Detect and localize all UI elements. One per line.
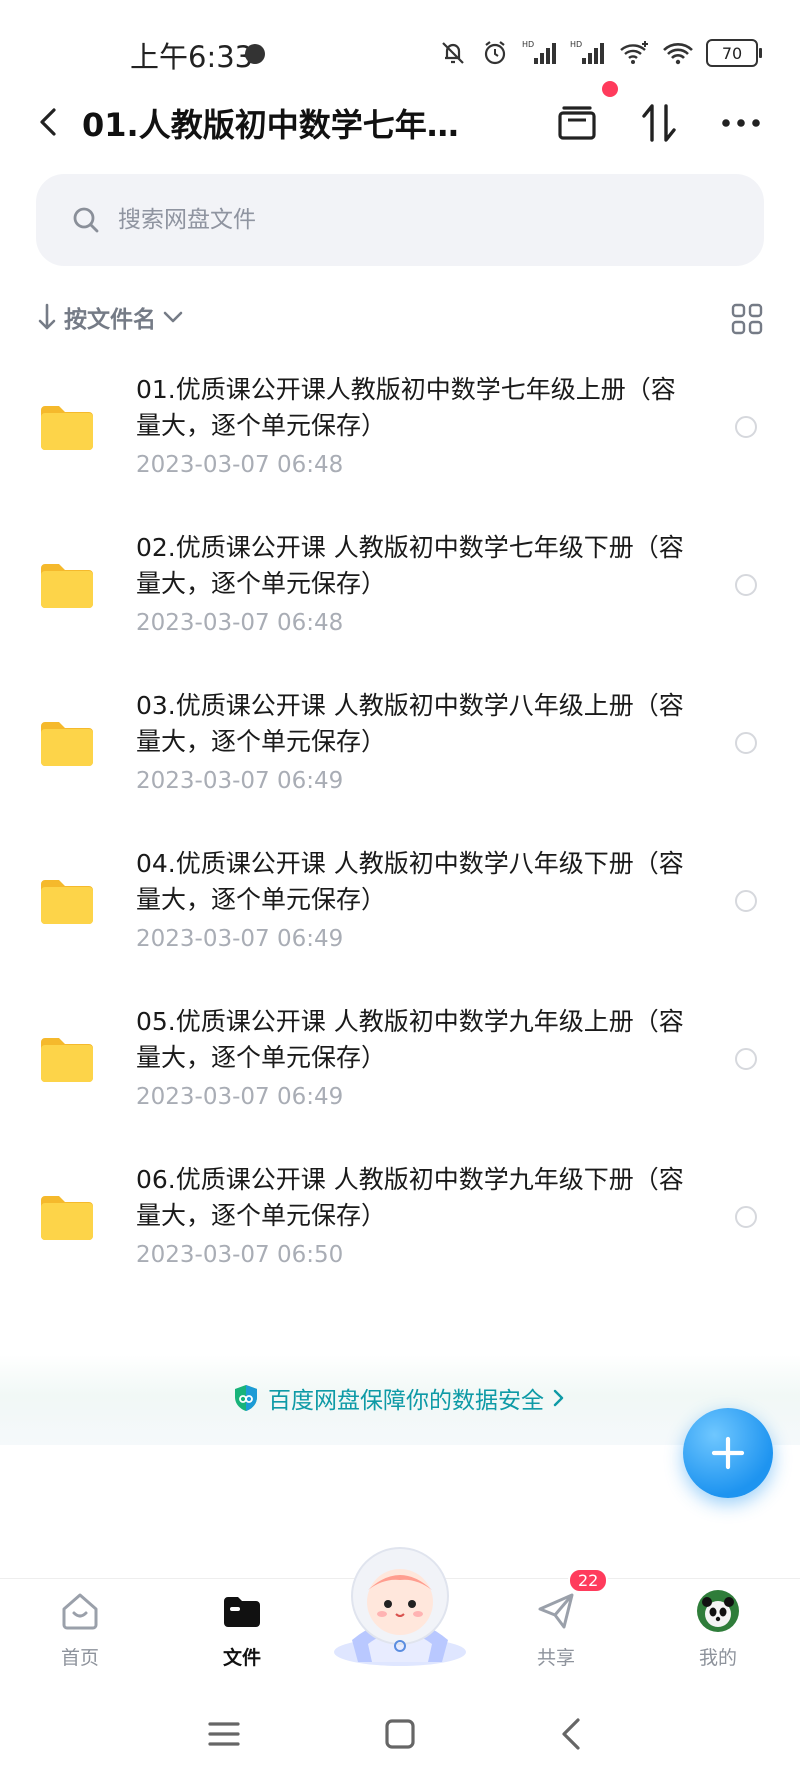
file-date: 2023-03-07 06:49	[136, 768, 344, 794]
notification-dot-icon	[245, 44, 265, 64]
notification-badge-dot	[602, 81, 618, 97]
page-title: 01.人教版初中数学七年级...	[82, 106, 472, 144]
nav-files-label: 文件	[222, 1647, 261, 1669]
sort-row: 按文件名	[36, 300, 764, 340]
chevron-left-icon	[40, 108, 56, 136]
file-row[interactable]: 06.优质课公开课 人教版初中数学九年级下册（容量大，逐个单元保存） 2023-…	[0, 1138, 800, 1296]
folder-filled-icon	[224, 1597, 260, 1627]
status-time: 上午6:33	[130, 40, 254, 74]
more-dots-icon	[722, 119, 760, 127]
file-row[interactable]: 04.优质课公开课 人教版初中数学八年级下册（容量大，逐个单元保存） 2023-…	[0, 822, 800, 980]
up-down-arrows-icon	[642, 104, 676, 142]
file-name: 02.优质课公开课 人教版初中数学七年级下册（容量大，逐个单元保存）	[136, 533, 684, 598]
panda-avatar-icon	[697, 1590, 739, 1632]
grid-view-icon	[731, 303, 763, 335]
paper-plane-icon	[538, 1593, 574, 1629]
sort-label: 按文件名	[64, 307, 156, 333]
status-icons: HD HD 70	[438, 36, 762, 70]
chevron-right-icon	[553, 1389, 564, 1407]
security-text: 百度网盘保障你的数据安全	[268, 1388, 544, 1414]
signal-hd-icon-2: HD	[570, 38, 606, 68]
file-name: 05.优质课公开课 人教版初中数学九年级上册（容量大，逐个单元保存）	[136, 1007, 684, 1072]
nav-mine-label: 我的	[698, 1647, 737, 1669]
select-checkbox[interactable]	[735, 1048, 757, 1070]
svg-text:HD: HD	[570, 40, 582, 49]
nav-mine[interactable]: 我的	[668, 1589, 768, 1670]
svg-text:HD: HD	[522, 40, 534, 49]
header: 01.人教版初中数学七年级...	[0, 90, 800, 150]
file-date: 2023-03-07 06:49	[136, 926, 344, 952]
folder-icon	[41, 406, 93, 450]
file-name: 03.优质课公开课 人教版初中数学八年级上册（容量大，逐个单元保存）	[136, 691, 684, 756]
chevron-down-icon	[163, 311, 183, 323]
menu-icon	[208, 1722, 240, 1746]
file-name: 06.优质课公开课 人教版初中数学九年级下册（容量大，逐个单元保存）	[136, 1165, 684, 1230]
back-button[interactable]	[30, 102, 70, 142]
nav-files[interactable]: 文件	[192, 1589, 292, 1670]
folder-icon	[41, 1196, 93, 1240]
status-bar: 上午6:33 HD HD 70	[0, 0, 800, 100]
plus-icon	[711, 1436, 745, 1470]
nav-share-label: 共享	[536, 1647, 575, 1669]
folder-icon	[41, 722, 93, 766]
system-nav-bar	[0, 1690, 800, 1778]
more-menu-button[interactable]	[716, 98, 766, 148]
security-link[interactable]: 百度网盘保障你的数据安全	[232, 1381, 566, 1415]
file-date: 2023-03-07 06:48	[136, 610, 344, 636]
security-banner: 百度网盘保障你的数据安全	[0, 1355, 800, 1445]
file-row[interactable]: 01.优质课公开课人教版初中数学七年级上册（容量大，逐个单元保存） 2023-0…	[0, 348, 800, 506]
select-checkbox[interactable]	[735, 1206, 757, 1228]
mascot-button[interactable]	[328, 1540, 472, 1668]
select-checkbox[interactable]	[735, 732, 757, 754]
add-button[interactable]	[683, 1408, 773, 1498]
folder-icon	[41, 880, 93, 924]
shield-icon	[235, 1385, 257, 1411]
back-triangle-icon	[562, 1718, 580, 1750]
grid-view-button[interactable]	[730, 302, 764, 336]
file-row[interactable]: 05.优质课公开课 人教版初中数学九年级上册（容量大，逐个单元保存） 2023-…	[0, 980, 800, 1138]
signal-hd-icon: HD	[522, 38, 558, 68]
file-row[interactable]: 03.优质课公开课 人教版初中数学八年级上册（容量大，逐个单元保存） 2023-…	[0, 664, 800, 822]
back-system-button[interactable]	[550, 1712, 594, 1756]
file-date: 2023-03-07 06:48	[136, 452, 344, 478]
file-list: 01.优质课公开课人教版初中数学七年级上册（容量大，逐个单元保存） 2023-0…	[0, 348, 800, 1296]
recent-apps-button[interactable]	[202, 1712, 246, 1756]
file-name: 01.优质课公开课人教版初中数学七年级上册（容量大，逐个单元保存）	[136, 375, 676, 440]
folder-icon	[41, 1038, 93, 1082]
select-checkbox[interactable]	[735, 416, 757, 438]
battery-icon: 70	[706, 39, 762, 67]
archive-box-icon	[558, 106, 596, 140]
arrow-down-icon	[38, 303, 56, 330]
select-checkbox[interactable]	[735, 890, 757, 912]
share-badge: 22	[568, 1568, 609, 1593]
file-row[interactable]: 02.优质课公开课 人教版初中数学七年级下册（容量大，逐个单元保存） 2023-…	[0, 506, 800, 664]
home-icon	[62, 1593, 98, 1630]
select-checkbox[interactable]	[735, 574, 757, 596]
nav-home-label: 首页	[60, 1647, 99, 1669]
file-date: 2023-03-07 06:49	[136, 1084, 344, 1110]
search-icon	[73, 207, 99, 233]
folder-icon	[41, 564, 93, 608]
search-input[interactable]	[116, 206, 680, 234]
astronaut-mascot-icon	[334, 1547, 466, 1666]
nav-share[interactable]: 共享	[506, 1589, 606, 1670]
alarm-icon	[480, 38, 510, 68]
home-system-button[interactable]	[378, 1712, 422, 1756]
search-bar[interactable]	[36, 174, 764, 266]
sort-by-name-button[interactable]: 按文件名	[36, 300, 184, 334]
wifi-icon	[662, 38, 694, 68]
nav-home[interactable]: 首页	[30, 1589, 130, 1670]
transfer-list-button[interactable]	[552, 98, 602, 148]
file-date: 2023-03-07 06:50	[136, 1242, 344, 1268]
mute-bell-icon	[438, 38, 468, 68]
sort-transfer-button[interactable]	[634, 98, 684, 148]
file-name: 04.优质课公开课 人教版初中数学八年级下册（容量大，逐个单元保存）	[136, 849, 684, 914]
square-icon	[385, 1719, 415, 1749]
wifi-plus-icon	[618, 38, 650, 68]
